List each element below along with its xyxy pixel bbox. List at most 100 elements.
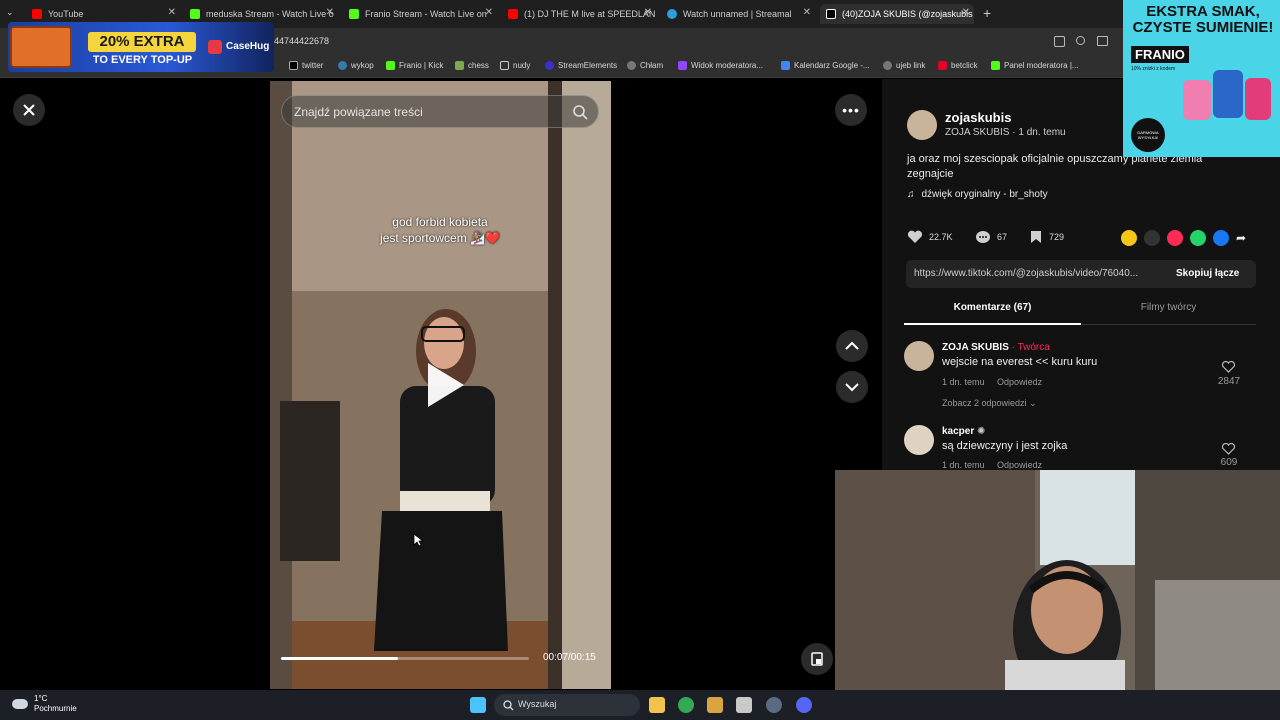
comment-count: 67 [997, 232, 1008, 242]
repost-icon[interactable] [1121, 230, 1137, 246]
send-icon[interactable] [1167, 230, 1183, 246]
bookmark-nudy[interactable]: nudy [500, 61, 530, 70]
comment-author-row: kacper ✺ [942, 426, 985, 437]
tab-title: (40)ZOJA SKUBIS (@zojaskubis [842, 9, 973, 19]
tab-comments[interactable]: Komentarze (67) [904, 302, 1081, 325]
settings-gear-icon[interactable] [766, 697, 782, 713]
file-explorer-icon[interactable] [649, 697, 665, 713]
ad-brand: CaseHug [226, 41, 270, 52]
tab-streamable[interactable]: Watch unnamed | Streamal ✕ [661, 4, 815, 24]
view-replies[interactable]: Zobacz 2 odpowiedzi ⌄ [942, 398, 1037, 409]
zoom-icon[interactable] [1076, 36, 1085, 45]
bookmark-panel-moderatora[interactable]: Panel moderatora |... [991, 61, 1079, 70]
franio-ad[interactable]: EKSTRA SMAK, CZYSTE SUMIENIE! FRANIO 10%… [1123, 0, 1280, 157]
tab-dj[interactable]: (1) DJ THE M live at SPEEDLAN ✕ [502, 4, 656, 24]
badge-icon: ✺ [977, 426, 986, 437]
facebook-icon[interactable] [1213, 230, 1229, 246]
tab-creator-videos[interactable]: Filmy twórcy [1081, 302, 1256, 325]
miniplayer-button[interactable] [801, 643, 833, 675]
sound-link[interactable]: ♫ dźwięk oryginalny - br_shoty [907, 189, 1048, 200]
close-icon[interactable]: ✕ [962, 7, 970, 18]
bookmark-chlam[interactable]: Chłam [627, 61, 663, 70]
start-icon[interactable] [470, 697, 486, 713]
video-player[interactable]: Znajdź powiązane treści god forbid kobie… [270, 81, 611, 689]
comment-time: 1 dn. temu [942, 377, 985, 387]
chevron-down-icon: ⌄ [1029, 398, 1037, 408]
bookmark-twitter[interactable]: twitter [289, 61, 323, 70]
ad-headline: EKSTRA SMAK, CZYSTE SUMIENIE! [1129, 4, 1277, 36]
heart-icon[interactable] [1222, 443, 1235, 455]
close-button[interactable] [13, 94, 45, 126]
close-icon[interactable]: ✕ [485, 7, 493, 18]
globe-icon [627, 61, 636, 70]
next-video-button[interactable] [836, 371, 868, 403]
previous-video-button[interactable] [836, 330, 868, 362]
install-app-icon[interactable] [1097, 36, 1108, 46]
bookmark-chess[interactable]: chess [455, 61, 489, 70]
avatar[interactable] [904, 425, 934, 455]
url-field[interactable]: 44744422678 [274, 36, 329, 46]
tab-tiktok[interactable]: (40)ZOJA SKUBIS (@zojaskubis ✕ [820, 4, 974, 24]
save-button[interactable]: 729 [1030, 230, 1064, 244]
close-icon[interactable]: ✕ [644, 7, 652, 18]
search-icon[interactable] [572, 104, 588, 120]
more-options-button[interactable]: ••• [835, 94, 867, 126]
chess-icon [455, 61, 464, 70]
author-username[interactable]: zojaskubis [945, 110, 1011, 125]
discord-icon[interactable] [796, 697, 812, 713]
tab-franio[interactable]: Franio Stream - Watch Live on ✕ [343, 4, 497, 24]
bookmark-ujeb-link[interactable]: ujeb link [883, 61, 925, 70]
comment-like-count: 2847 [1217, 376, 1241, 387]
translate-icon[interactable] [1054, 36, 1065, 47]
streamable-icon [667, 9, 677, 19]
betclick-icon [938, 61, 947, 70]
bookmark-streamelements[interactable]: StreamElements [545, 61, 617, 70]
whatsapp-icon[interactable] [1190, 230, 1206, 246]
progress-bar[interactable] [281, 657, 529, 660]
creator-badge: · Twórca [1011, 342, 1050, 353]
reply-link[interactable]: Odpowiedz [997, 377, 1042, 387]
casehug-ad[interactable]: 20% EXTRA TO EVERY TOP-UP CaseHug [8, 22, 274, 72]
wykop-icon [338, 61, 347, 70]
taskbar-search[interactable]: Wyszukaj [494, 694, 640, 716]
related-search-box[interactable]: Znajdź powiązane treści [281, 95, 599, 128]
bookmark-betclick[interactable]: betclick [938, 61, 978, 70]
comment-author[interactable]: ZOJA SKUBIS [942, 342, 1009, 353]
embed-icon[interactable] [1144, 230, 1160, 246]
tab-title: Watch unnamed | Streamal [683, 9, 792, 19]
new-tab-button[interactable]: + [983, 5, 991, 21]
reply-link[interactable]: Odpowiedz [997, 460, 1042, 469]
tab-youtube[interactable]: YouTube ✕ [26, 4, 180, 24]
tab-list-chevron-icon[interactable]: ⌄ [6, 7, 14, 18]
tab-meduska[interactable]: meduska Stream - Watch Live o ✕ [184, 4, 338, 24]
play-icon[interactable] [422, 361, 466, 409]
bookmark-wykop[interactable]: wykop [338, 61, 374, 70]
video-caption: god forbid kobieta jest sportowcem 🏂❤️ [350, 214, 530, 246]
chrome-icon[interactable] [678, 697, 694, 713]
heart-icon[interactable] [1222, 361, 1235, 373]
bookmark-kalendarz[interactable]: Kalendarz Google -... [781, 61, 870, 70]
bookmark-franio-kick[interactable]: Franio | Kick [386, 61, 443, 70]
share-icons: ➦ [1121, 230, 1252, 246]
close-icon[interactable]: ✕ [803, 7, 811, 18]
bookmark-widok-moderatora[interactable]: Widok moderatora... [678, 61, 763, 70]
comment-author-row: ZOJA SKUBIS · Twórca [942, 342, 1050, 353]
miniplayer-icon [811, 652, 823, 666]
close-icon[interactable]: ✕ [168, 7, 176, 18]
headline-line: CZYSTE SUMIENIE! [1132, 19, 1274, 36]
ad-badge: DARMOWA WYSYŁKA! [1131, 118, 1165, 152]
description-line: zegnajcie [907, 168, 954, 180]
app-icon[interactable] [707, 697, 723, 713]
avatar[interactable] [904, 341, 934, 371]
comment-author[interactable]: kacper [942, 426, 974, 437]
weather-widget[interactable]: 1°C Pochmurnie [12, 694, 77, 714]
like-button[interactable]: 22.7K [907, 230, 953, 244]
app-icon[interactable] [736, 697, 752, 713]
avatar[interactable] [907, 110, 937, 140]
video-link[interactable]: https://www.tiktok.com/@zojaskubis/video… [914, 268, 1138, 279]
ad-tag: 10% zniżki z kodem [1131, 66, 1176, 72]
share-arrow-icon[interactable]: ➦ [1236, 230, 1252, 246]
close-icon[interactable]: ✕ [326, 7, 334, 18]
copy-link-button[interactable]: Skopiuj łącze [1176, 268, 1239, 279]
comment-button[interactable]: 67 [975, 230, 1007, 244]
